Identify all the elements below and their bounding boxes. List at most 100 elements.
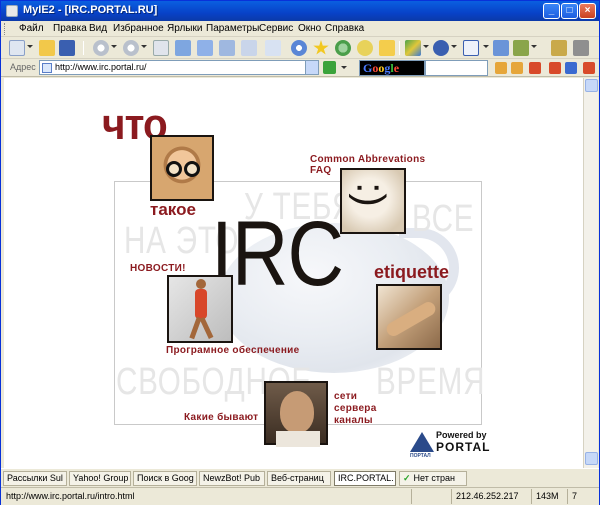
- man-collar: [276, 431, 320, 447]
- forward-dropdown-icon[interactable]: [141, 45, 147, 48]
- edit-page-icon[interactable]: [463, 40, 479, 56]
- smiley-icon: :): [348, 182, 393, 207]
- portal-logo-icon: [410, 432, 434, 452]
- edit-dropdown-icon[interactable]: [483, 45, 489, 48]
- scroll-up-icon[interactable]: [585, 79, 598, 92]
- check-icon: ✓: [403, 473, 411, 483]
- link-faq[interactable]: FAQ: [310, 165, 331, 176]
- address-url[interactable]: http://www.irc.portal.ru/: [55, 62, 147, 72]
- history-icon[interactable]: [335, 40, 351, 56]
- link-etiquette[interactable]: etiquette: [374, 262, 449, 283]
- hands-photo-link[interactable]: [376, 284, 442, 350]
- link-software[interactable]: Програмное обеспечение: [166, 345, 299, 356]
- runner-photo-link[interactable]: [167, 275, 233, 343]
- glasses-icon: [166, 161, 182, 177]
- google-letter: G: [363, 61, 373, 75]
- close-window-icon[interactable]: [583, 62, 595, 74]
- new-window-icon[interactable]: [9, 40, 25, 56]
- proxy-icon[interactable]: [405, 40, 421, 56]
- close-tab-icon[interactable]: [529, 62, 541, 74]
- mail-icon[interactable]: [433, 40, 449, 56]
- open-folder-icon[interactable]: [39, 40, 55, 56]
- copy-icon[interactable]: [265, 40, 281, 56]
- menu-bar: Файл Правка Вид Избранное Ярлыки Парамет…: [1, 21, 599, 37]
- link-common-abbreviations[interactable]: Common Abbrevations: [310, 154, 425, 165]
- menu-view[interactable]: Вид: [89, 23, 107, 34]
- proxy-dropdown-icon[interactable]: [423, 45, 429, 48]
- menu-tools[interactable]: Сервис: [259, 23, 293, 34]
- save-icon[interactable]: [59, 40, 75, 56]
- duplicate-icon[interactable]: [219, 40, 235, 56]
- prev-tab-icon[interactable]: [495, 62, 507, 74]
- tab-item[interactable]: Веб-страниц: [267, 471, 331, 486]
- status-count: 7: [567, 489, 597, 504]
- minimize-button[interactable]: _: [543, 3, 560, 19]
- link-networks[interactable]: сети: [334, 391, 357, 402]
- menu-edit[interactable]: Правка: [53, 23, 87, 34]
- vertical-scrollbar[interactable]: [583, 78, 598, 468]
- maximize-button[interactable]: □: [561, 3, 578, 19]
- new-dropdown-icon[interactable]: [27, 45, 33, 48]
- group-icon[interactable]: [513, 40, 529, 56]
- go-dropdown-icon[interactable]: [341, 66, 347, 69]
- menu-favorites[interactable]: Избранное: [113, 23, 164, 34]
- refresh-all-icon[interactable]: [197, 40, 213, 56]
- page-icon[interactable]: [241, 40, 257, 56]
- link-news[interactable]: НОВОСТИ!: [130, 263, 186, 274]
- tab-item[interactable]: ✓ Нет стран: [399, 471, 467, 486]
- search-icon[interactable]: [291, 40, 307, 56]
- collector-icon[interactable]: [357, 40, 373, 56]
- runner-leg: [199, 316, 214, 340]
- refresh-icon[interactable]: [175, 40, 191, 56]
- fingers-image: [384, 299, 438, 339]
- link-servers[interactable]: сервера: [334, 403, 377, 414]
- glasses-icon: [184, 161, 200, 177]
- favorites-star-icon[interactable]: [313, 40, 329, 55]
- go-button[interactable]: [323, 61, 336, 74]
- restore-icon[interactable]: [565, 62, 577, 74]
- menu-window[interactable]: Окно: [298, 23, 321, 34]
- page-favicon-icon: [42, 63, 52, 73]
- title-bar[interactable]: MyIE2 - [IRC.PORTAL.RU] _ □ ×: [1, 1, 599, 21]
- menu-options[interactable]: Параметры: [206, 23, 259, 34]
- stop-icon[interactable]: [153, 40, 169, 56]
- google-search-input[interactable]: [425, 60, 488, 76]
- tab-item[interactable]: Yahoo! Group: [69, 471, 131, 486]
- tab-item[interactable]: NewzBot! Pub: [199, 471, 265, 486]
- close-button[interactable]: ×: [579, 3, 596, 19]
- back-dropdown-icon[interactable]: [111, 45, 117, 48]
- address-dropdown-icon[interactable]: [305, 61, 318, 74]
- status-ip: 212.46.252.217: [451, 489, 531, 504]
- address-input[interactable]: http://www.irc.portal.ru/: [39, 60, 319, 75]
- menu-shortcuts[interactable]: Ярлыки: [167, 23, 202, 34]
- smiley-photo-link[interactable]: :): [340, 168, 406, 234]
- link-channels[interactable]: каналы: [334, 415, 373, 426]
- kid-photo-link[interactable]: [150, 135, 214, 201]
- tab-item[interactable]: Поиск в Goog: [133, 471, 197, 486]
- folder-icon[interactable]: [379, 40, 395, 56]
- forward-icon[interactable]: [123, 40, 139, 56]
- scroll-down-icon[interactable]: [585, 452, 598, 465]
- mail-dropdown-icon[interactable]: [451, 45, 457, 48]
- monitor-icon[interactable]: [493, 40, 509, 56]
- status-url: http://www.irc.portal.ru/intro.html: [6, 491, 135, 501]
- link-what-kinds[interactable]: Какие бывают: [184, 412, 258, 423]
- toolbar: [1, 37, 599, 59]
- powered-by-portal[interactable]: Powered by PORTAL ПОРТАЛ: [410, 426, 490, 459]
- menu-grip[interactable]: [4, 23, 7, 35]
- powered-by-label: Powered by: [436, 430, 487, 440]
- man-photo-link[interactable]: [264, 381, 328, 447]
- back-icon[interactable]: [93, 40, 109, 56]
- next-tab-icon[interactable]: [511, 62, 523, 74]
- tab-item[interactable]: Рассылки Sul: [3, 471, 67, 486]
- group-dropdown-icon[interactable]: [531, 45, 537, 48]
- close-all-icon[interactable]: [549, 62, 561, 74]
- web-page: У ТЕБЯ НА ЭТО ВСЕ СВОБОДНОЕ ВРЕМЯ что та…: [4, 78, 583, 468]
- tab-item-active[interactable]: IRC.PORTAL.: [334, 471, 396, 486]
- google-logo[interactable]: Google: [359, 60, 425, 76]
- plugin-icon[interactable]: [551, 40, 567, 56]
- settings-icon[interactable]: [573, 40, 589, 56]
- menu-file[interactable]: Файл: [19, 23, 44, 34]
- menu-help[interactable]: Справка: [325, 23, 364, 34]
- ghost-text: ВРЕМЯ: [376, 361, 486, 403]
